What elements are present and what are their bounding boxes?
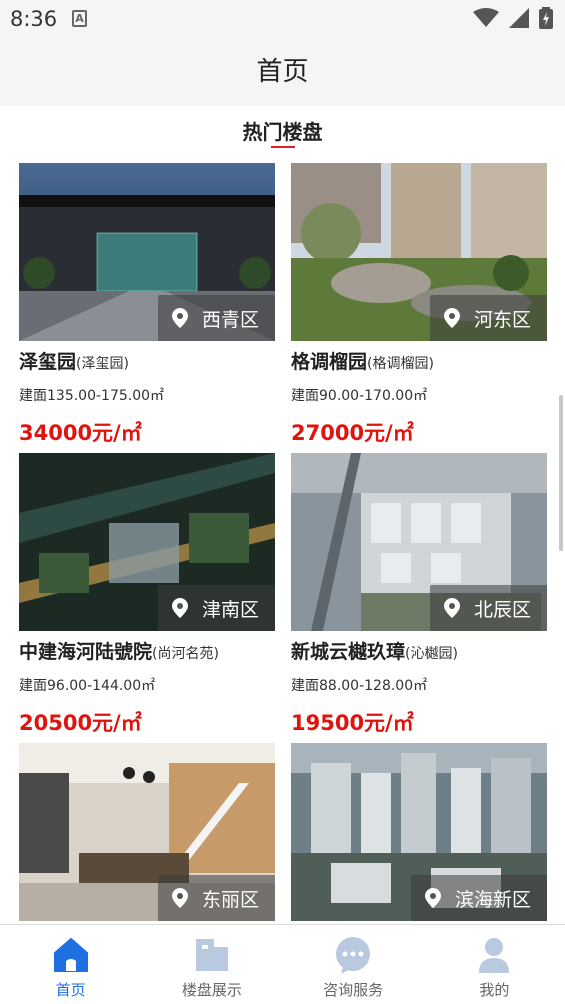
status-time: 8:36 (10, 7, 58, 31)
listing-photo[interactable]: 东丽区 (19, 743, 275, 921)
location-pin-icon (443, 308, 460, 328)
district-label: 津南区 (201, 598, 259, 621)
location-pin-icon (443, 598, 460, 618)
battery-icon (539, 7, 553, 29)
listing-name-row: 格调榴园(格调榴园) (291, 347, 547, 373)
listing-name: 泽玺园 (19, 351, 77, 373)
app-bar: 首页 (0, 38, 565, 106)
listing-photo[interactable]: 北辰区 (291, 453, 547, 631)
district-badge: 滨海新区 (410, 875, 547, 921)
location-pin-icon (171, 888, 188, 908)
home-content[interactable]: 热门楼盘 西青区 泽玺园(泽玺园) 建面135.00-175.00㎡ 34000… (0, 106, 565, 924)
tab-consulting[interactable]: 咨询服务 (283, 925, 424, 1004)
listing-price: 20500元/㎡ (19, 711, 142, 735)
tab-label: 我的 (479, 981, 510, 999)
listing-price: 27000元/㎡ (291, 421, 414, 445)
tab-home[interactable]: 首页 (0, 925, 141, 1004)
wifi-icon (473, 8, 499, 27)
district-label: 西青区 (201, 308, 259, 331)
location-pin-icon (171, 598, 188, 618)
chat-icon (336, 937, 371, 974)
district-label: 河东区 (473, 308, 531, 331)
signal-icon (509, 8, 529, 28)
district-badge: 津南区 (157, 585, 275, 631)
home-icon (53, 938, 88, 972)
listing-alias: (格调榴园) (367, 356, 434, 372)
listing-name-row: 泽玺园(泽玺园) (19, 347, 275, 373)
listing-name: 新城云樾玖璋 (291, 641, 406, 663)
district-badge: 西青区 (157, 295, 275, 341)
section-underline (271, 146, 295, 148)
page-title: 首页 (256, 57, 309, 87)
listing-area: 建面96.00-144.00㎡ (19, 678, 156, 694)
listing-photo[interactable]: 西青区 (19, 163, 275, 341)
status-bar: 8:36 A (0, 0, 565, 38)
tab-label: 楼盘展示 (181, 981, 242, 999)
building-icon (195, 939, 228, 971)
listing-name-row: 新城云樾玖璋(沁樾园) (291, 637, 547, 663)
listing-alias: (沁樾园) (405, 646, 458, 662)
listing-photo[interactable]: 津南区 (19, 453, 275, 631)
tab-label: 咨询服务 (323, 981, 384, 999)
district-badge: 河东区 (429, 295, 547, 341)
listing-card[interactable]: 津南区 中建海河陆號院(尚河名苑) 建面96.00-144.00㎡ 20500元… (19, 453, 275, 735)
listing-card[interactable]: 东丽区 (19, 743, 275, 921)
listing-photo[interactable]: 滨海新区 (291, 743, 547, 921)
district-label: 东丽区 (201, 888, 259, 911)
location-pin-icon (424, 888, 441, 908)
listing-card[interactable]: 北辰区 新城云樾玖璋(沁樾园) 建面88.00-128.00㎡ 19500元/㎡ (291, 453, 547, 735)
listing-card[interactable]: 西青区 泽玺园(泽玺园) 建面135.00-175.00㎡ 34000元/㎡ (19, 163, 275, 445)
listing-area: 建面88.00-128.00㎡ (291, 678, 428, 694)
district-badge: 东丽区 (157, 875, 275, 921)
listing-alias: (泽玺园) (76, 356, 129, 372)
tab-buildings[interactable]: 楼盘展示 (141, 925, 282, 1004)
listing-name: 中建海河陆號院 (19, 641, 153, 663)
listing-price: 34000元/㎡ (19, 421, 142, 445)
listing-name-row: 中建海河陆號院(尚河名苑) (19, 637, 275, 663)
tab-label: 首页 (55, 981, 86, 999)
user-icon (479, 938, 510, 973)
listing-name: 格调榴园 (291, 351, 368, 373)
tab-profile[interactable]: 我的 (424, 925, 565, 1004)
scrollbar[interactable] (559, 395, 563, 551)
district-badge: 北辰区 (429, 585, 547, 631)
listing-photo[interactable]: 河东区 (291, 163, 547, 341)
district-label: 北辰区 (473, 598, 531, 621)
section-title: 热门楼盘 (242, 120, 323, 144)
listing-alias: (尚河名苑) (152, 646, 219, 662)
district-label: 滨海新区 (454, 888, 531, 911)
listing-area: 建面135.00-175.00㎡ (19, 388, 165, 404)
listing-card[interactable]: 河东区 格调榴园(格调榴园) 建面90.00-170.00㎡ 27000元/㎡ (291, 163, 547, 445)
system-icons (473, 7, 553, 29)
notification-icon: A (72, 10, 87, 27)
listing-price: 19500元/㎡ (291, 711, 414, 735)
listing-card[interactable]: 滨海新区 (291, 743, 547, 921)
location-pin-icon (171, 308, 188, 328)
listing-area: 建面90.00-170.00㎡ (291, 388, 428, 404)
bottom-tab-bar: 首页 楼盘展示 咨询服务 我的 (0, 924, 565, 1004)
